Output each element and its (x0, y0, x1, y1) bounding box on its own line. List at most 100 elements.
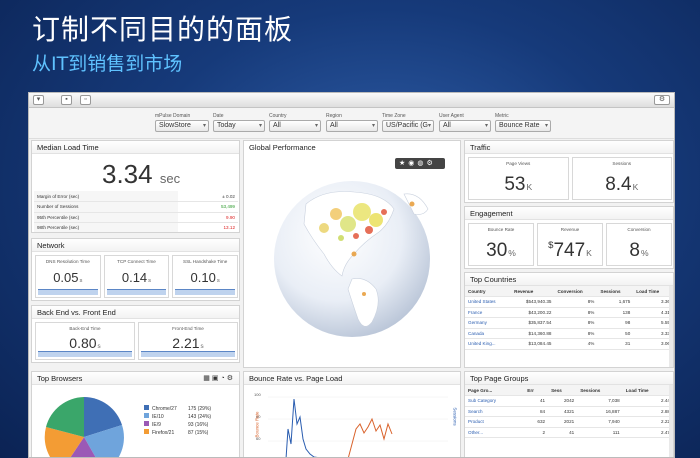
backfront-metric-box[interactable]: Back-End Time 0.80s (35, 322, 135, 360)
stat-value: 13.12 (177, 222, 238, 232)
panel-tools-icon[interactable]: ▦▣◔⚙ (203, 374, 235, 382)
filter-user-agent[interactable]: User Agent All (439, 113, 491, 132)
row-name-link[interactable]: France (465, 307, 512, 318)
table-row[interactable]: France $43,200.22 8% 138 4.31 (465, 307, 673, 318)
table-row[interactable]: Search 84 4321 16,887 2.88 (465, 406, 673, 417)
column-header[interactable]: Revenue (511, 286, 555, 297)
y-axis-label-right: Sessions (452, 407, 458, 426)
metric-label: Sessions (612, 161, 632, 166)
filter-date[interactable]: Date Today (213, 113, 265, 132)
table-cell: 8% (554, 328, 598, 339)
column-header[interactable]: Sess (548, 385, 578, 396)
panel-title: Network (32, 239, 239, 252)
save-icon[interactable]: ▪ (61, 95, 72, 105)
filter-select[interactable]: All (326, 120, 378, 132)
filter-domain[interactable]: mPulse Domain SlowStore (155, 113, 209, 132)
toolbar: ▾ ▪ ▫ ⚙ (29, 93, 674, 108)
scrollbar[interactable] (669, 286, 673, 367)
table-cell: 111 (577, 427, 623, 438)
column-header[interactable]: Page Gro... (465, 385, 525, 396)
engagement-metric-box[interactable]: Revenue $747K (537, 223, 603, 266)
dashboard-window: ▾ ▪ ▫ ⚙ mPulse DomainSlowStore DateToday… (28, 92, 675, 458)
metric-value: 8.4K (573, 174, 672, 196)
stat-label: 98th Percentile (sec) (34, 222, 178, 232)
folder-icon[interactable]: ▾ (33, 95, 44, 105)
network-metric-box[interactable]: DNS Resolution Time 0.05s (35, 255, 101, 298)
table-row[interactable]: Canada $14,360.88 8% 50 3.33 (465, 328, 673, 339)
column-header[interactable]: Load Time (633, 286, 673, 297)
table-cell: 8% (554, 317, 598, 329)
filter-select[interactable]: Today (213, 120, 265, 132)
sparkline-area (106, 289, 167, 295)
table-cell: 7,940 (577, 416, 623, 428)
table-row[interactable]: United States $543,940.35 8% 1,675 3.36 (465, 296, 673, 308)
metric-unit: s (97, 343, 101, 350)
column-header[interactable]: Country (465, 286, 512, 297)
filter-label: Country (269, 113, 287, 119)
globe-map[interactable] (244, 154, 461, 368)
table-header-row: Page Gro... Err Sess Sessions Load Time (465, 385, 673, 396)
settings-icon[interactable]: ⚙ (654, 95, 670, 105)
metric-label: SSL Handshake Time (183, 259, 228, 264)
engagement-metric-box[interactable]: Conversion 8% (606, 223, 672, 266)
filter-region[interactable]: Region All (326, 113, 378, 132)
table-cell: 41 (524, 395, 549, 407)
row-name-link[interactable]: United States (465, 296, 512, 308)
legend-value: 93 (16%) (188, 422, 209, 428)
bounce-rate-panel: Bounce Rate vs. Page Load 100 80 60 Boun… (243, 371, 461, 457)
row-name-link[interactable]: Search (465, 406, 525, 417)
metric-unit: % (640, 248, 649, 258)
table-row[interactable]: Sub Category 41 2042 7,038 2.44 (465, 395, 673, 407)
metric-unit: % (508, 248, 516, 258)
column-header[interactable]: Load Time (622, 385, 673, 396)
column-header[interactable]: Conversion (554, 286, 598, 297)
column-header[interactable]: Err (524, 385, 549, 396)
filter-label: Region (326, 113, 342, 119)
filter-select[interactable]: All (439, 120, 491, 132)
metric-unit: s (216, 278, 220, 284)
metric-number: 0.10 (190, 270, 216, 285)
metric-number: 747 (553, 240, 586, 261)
row-name-link[interactable]: Sub Category (465, 395, 525, 407)
filter-select[interactable]: US/Pacific (G (382, 120, 434, 132)
table-cell: 2.22 (622, 416, 673, 428)
table-row[interactable]: United King... $13,084.45 4% 31 3.06 (465, 338, 673, 350)
y-axis-label: Bounce Rate (254, 411, 260, 438)
table-row[interactable]: Product 632 2021 7,940 2.22 (465, 416, 673, 428)
metric-unit: s (148, 278, 152, 284)
table-cell: $35,837.54 (511, 317, 555, 329)
traffic-metric-box[interactable]: Page Views 53K (468, 157, 569, 200)
row-name-link[interactable]: Other... (465, 427, 525, 438)
row-name-link[interactable]: Product (465, 416, 525, 428)
print-icon[interactable]: ▫ (80, 95, 91, 105)
legend-value: 175 (29%) (188, 406, 212, 412)
panel-title: Top Page Groups (465, 372, 673, 385)
metric-number: 30 (486, 240, 508, 261)
row-name-link[interactable]: Germany (465, 317, 512, 329)
table-row[interactable]: Other... 2 41 111 2.47 (465, 427, 673, 438)
bounce-series-line (348, 417, 393, 457)
column-header[interactable]: Sessions (597, 286, 634, 297)
engagement-metric-box[interactable]: Bounce Rate 30% (468, 223, 534, 266)
network-metric-box[interactable]: TCP Connect Time 0.14s (103, 255, 170, 298)
column-header[interactable]: Sessions (577, 385, 623, 396)
traffic-metric-box[interactable]: Sessions 8.4K (571, 157, 672, 200)
filter-country[interactable]: Country All (269, 113, 321, 132)
slide-subtitle: 从IT到销售到市场 (32, 53, 183, 75)
filter-select[interactable]: All (269, 120, 321, 132)
table-cell: $14,360.88 (511, 328, 555, 339)
backfront-metric-box[interactable]: Front-End Time 2.21s (138, 322, 238, 360)
filter-metric[interactable]: Metric Bounce Rate (495, 113, 551, 132)
filter-select[interactable]: SlowStore (155, 120, 209, 132)
table-row[interactable]: Germany $35,837.54 8% 98 5.55 (465, 317, 673, 329)
stat-label: Number of Sessions (34, 201, 178, 213)
metric-value: $747K (538, 240, 602, 262)
filter-timezone[interactable]: Time Zone US/Pacific (G (382, 113, 434, 132)
scrollbar[interactable] (669, 385, 673, 457)
row-name-link[interactable]: United King... (465, 338, 512, 350)
filter-select[interactable]: Bounce Rate (495, 120, 551, 132)
network-metric-box[interactable]: SSL Handshake Time 0.10s (172, 255, 238, 298)
table-header-row: Country Revenue Conversion Sessions Load Tim… (465, 286, 673, 297)
row-name-link[interactable]: Canada (465, 328, 512, 339)
legend-item: IE/10 143 (24%) (144, 413, 239, 421)
